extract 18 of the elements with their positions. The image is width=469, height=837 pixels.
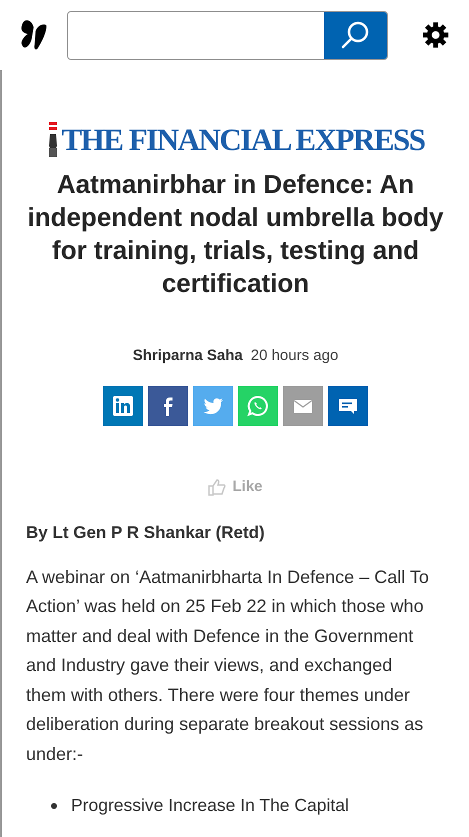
share-button[interactable] (328, 386, 368, 426)
paragraph: A webinar on ‘Aatmanirbharta In Defence – Call To Action’ was held on 25 Feb 22 in which those who matter and deal with Defence in the Government and Industry gave their views, and exchanged them with others. There were four themes under deliberation during separate breakout sessions as under:- (26, 566, 430, 766)
byline: By Lt Gen P R Shankar (Retd) (26, 522, 266, 544)
publisher-logo: THE FINANCIAL EXPRESS (62, 124, 424, 154)
pen-nib-icon (46, 120, 58, 158)
list-item: Progressive Increase In The Capital (71, 794, 349, 817)
search-field[interactable] (67, 10, 388, 60)
bullet-icon (51, 802, 57, 809)
article-title: Aatmanirbhar in Defence: An independent nodal umbrella body for training, trials, testing and certification (26, 168, 445, 300)
whatsapp-icon (246, 394, 270, 418)
share-button[interactable] (148, 386, 188, 426)
author-name[interactable]: Shriparna Saha (132, 345, 243, 368)
share-button[interactable] (103, 386, 143, 426)
linkedin-icon (111, 394, 135, 418)
timestamp: 20 hours ago (250, 346, 338, 366)
thumbs-up-icon (208, 478, 226, 496)
settings-icon[interactable] (422, 21, 449, 49)
search-button[interactable] (324, 12, 387, 58)
